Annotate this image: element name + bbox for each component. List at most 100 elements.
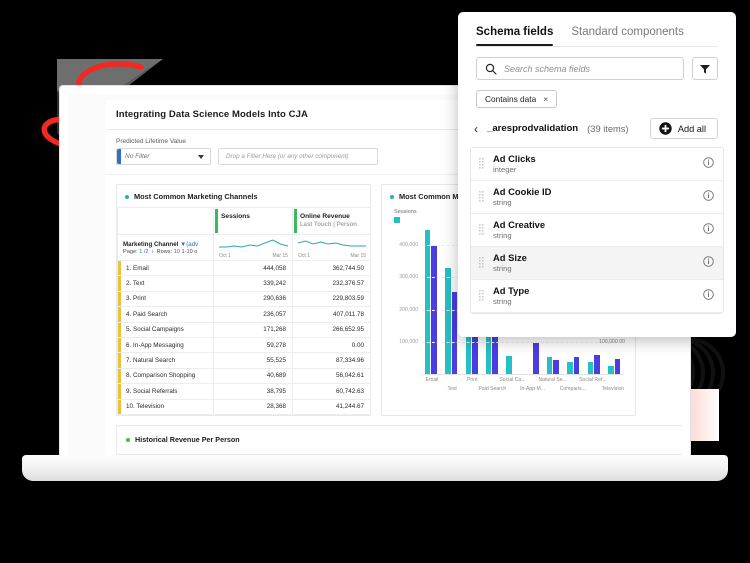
schema-field-item[interactable]: Ad Cookie IDstring <box>471 181 723 214</box>
add-all-label: Add all <box>678 124 706 134</box>
chart-bar[interactable] <box>615 359 621 375</box>
schema-field-type: string <box>493 264 694 273</box>
schema-field-list: Ad ClicksintegerAd Cookie IDstringAd Cre… <box>470 147 724 314</box>
row-range: 1-10 o <box>182 249 198 255</box>
table-row[interactable]: 6. In-App Messaging59,2780.00 <box>118 337 371 352</box>
cell-sessions: 59,278 <box>214 337 293 352</box>
schema-field-type: string <box>493 297 694 306</box>
panel-title: Historical Revenue Per Person <box>135 435 240 444</box>
cell-sessions: 339,242 <box>214 276 293 291</box>
cell-channel: 5. Social Campaigns <box>118 322 214 337</box>
search-input[interactable]: Search schema fields <box>476 57 684 80</box>
info-icon[interactable] <box>703 188 714 206</box>
cell-channel: 2. Text <box>118 276 214 291</box>
cell-channel: 4. Paid Search <box>118 307 214 322</box>
table-row[interactable]: 10. Television28,36841,244.67 <box>118 399 371 414</box>
cell-revenue: 56,042.61 <box>293 368 371 383</box>
tab-schema-fields[interactable]: Schema fields <box>476 26 553 46</box>
chart-bar[interactable] <box>452 292 458 375</box>
chart-bar[interactable] <box>567 362 573 375</box>
schema-field-item[interactable]: Ad Sizestring <box>471 247 723 280</box>
table-row[interactable]: 1. Email444,058362,744.50 <box>118 261 371 276</box>
advanced-link[interactable]: (adv <box>186 241 198 248</box>
cell-sessions: 236,057 <box>214 307 293 322</box>
drag-handle-icon[interactable] <box>479 191 484 204</box>
schema-tabs: Schema fields Standard components <box>458 12 736 46</box>
info-icon[interactable] <box>703 155 714 173</box>
chart-bar[interactable] <box>553 360 559 375</box>
tab-standard-components[interactable]: Standard components <box>571 26 684 46</box>
cell-revenue: 87,334.96 <box>293 353 371 368</box>
chevron-left-icon[interactable]: ‹ <box>474 123 478 135</box>
chart-bar-group[interactable] <box>422 225 440 375</box>
column-header-sessions[interactable]: Sessions <box>214 208 293 235</box>
cell-channel: 9. Social Referrals <box>118 384 214 399</box>
schema-field-text: Ad Clicksinteger <box>493 154 694 174</box>
table-row[interactable]: 3. Print290,636229,803.59 <box>118 291 371 306</box>
dimension-controls-cell[interactable]: Marketing Channel ▼(adv Page: 1 /2 › Row… <box>118 235 214 261</box>
info-icon[interactable] <box>703 221 714 239</box>
drag-handle-icon[interactable] <box>479 158 484 171</box>
add-all-button[interactable]: Add all <box>650 118 718 139</box>
cell-channel: 6. In-App Messaging <box>118 337 214 352</box>
chart-x-tick-label: Text <box>447 386 456 392</box>
table-row[interactable]: 4. Paid Search236,057407,011.78 <box>118 307 371 322</box>
filter-select[interactable]: No Filter <box>116 148 211 165</box>
cell-revenue: 407,011.78 <box>293 307 371 322</box>
group-item-count: (39 items) <box>587 124 628 134</box>
search-icon <box>485 63 497 75</box>
chart-legend-swatch <box>394 217 400 223</box>
drag-handle-icon[interactable] <box>479 257 484 270</box>
schema-search-row: Search schema fields <box>458 47 736 80</box>
info-icon[interactable] <box>703 254 714 272</box>
schema-field-name: Ad Type <box>493 286 694 297</box>
close-icon[interactable]: × <box>543 94 548 104</box>
schema-field-type: integer <box>493 165 694 174</box>
info-icon[interactable] <box>703 287 714 305</box>
schema-field-item[interactable]: Ad Creativestring <box>471 214 723 247</box>
schema-field-name: Ad Cookie ID <box>493 187 694 198</box>
table-row[interactable]: 2. Text339,242232,376.57 <box>118 276 371 291</box>
table-row[interactable]: 5. Social Campaigns171,268266,652.95 <box>118 322 371 337</box>
chart-bar[interactable] <box>425 230 431 375</box>
column-header-online-revenue[interactable]: Online Revenue Last Touch | Person <box>293 208 371 235</box>
chart-bar[interactable] <box>574 357 580 375</box>
cell-channel: 1. Email <box>118 261 214 276</box>
sparkline-end-date: Mar 15 <box>350 253 366 259</box>
table-row[interactable]: 9. Social Referrals38,79560,742.63 <box>118 384 371 399</box>
chart-y-tick-label: 200,000 <box>399 307 418 313</box>
pagination-controls[interactable]: Page: 1 /2 › Rows: 10 1-10 o <box>123 249 209 255</box>
chart-x-tick-label: Natural Se... <box>538 377 566 383</box>
chart-bar[interactable] <box>533 343 539 375</box>
laptop-base <box>22 455 728 481</box>
cell-sessions: 40,689 <box>214 368 293 383</box>
cell-sessions: 171,268 <box>214 322 293 337</box>
table-row[interactable]: 7. Natural Search55,52587,334.96 <box>118 353 371 368</box>
chart-bar[interactable] <box>594 355 600 375</box>
table-row[interactable]: 8. Comparison Shopping40,68956,042.61 <box>118 368 371 383</box>
schema-field-name: Ad Creative <box>493 220 694 231</box>
cell-channel: 7. Natural Search <box>118 353 214 368</box>
chart-x-tick-label: Paid Search <box>478 386 506 392</box>
panel-header: Most Common Marketing Channels <box>117 185 370 207</box>
active-filters: Contains data × <box>458 80 736 108</box>
drag-handle-icon[interactable] <box>479 290 484 303</box>
schema-field-item[interactable]: Ad Typestring <box>471 280 723 313</box>
chart-bar[interactable] <box>445 268 451 375</box>
cell-sessions: 38,795 <box>214 384 293 399</box>
chart-x-tick-label: Print <box>467 377 477 383</box>
filter-button[interactable] <box>692 57 718 80</box>
schema-field-item[interactable]: Ad Clicksinteger <box>471 148 723 181</box>
column-subtitle: Last Touch | Person <box>300 222 366 228</box>
filter-dropzone[interactable]: Drop a Filter Here (or any other compone… <box>218 148 378 165</box>
add-circle-icon <box>659 122 672 135</box>
search-placeholder: Search schema fields <box>504 64 590 74</box>
cell-channel: 10. Television <box>118 399 214 414</box>
chart-bar[interactable] <box>506 356 512 375</box>
chart-x-tick-label: In-App M... <box>520 386 545 392</box>
drag-handle-icon[interactable] <box>479 224 484 237</box>
cell-revenue: 232,376.57 <box>293 276 371 291</box>
chart-bar[interactable] <box>547 357 553 375</box>
panel-historical-revenue-per-person[interactable]: Historical Revenue Per Person <box>116 425 682 455</box>
filter-chip-contains-data[interactable]: Contains data × <box>476 90 557 108</box>
